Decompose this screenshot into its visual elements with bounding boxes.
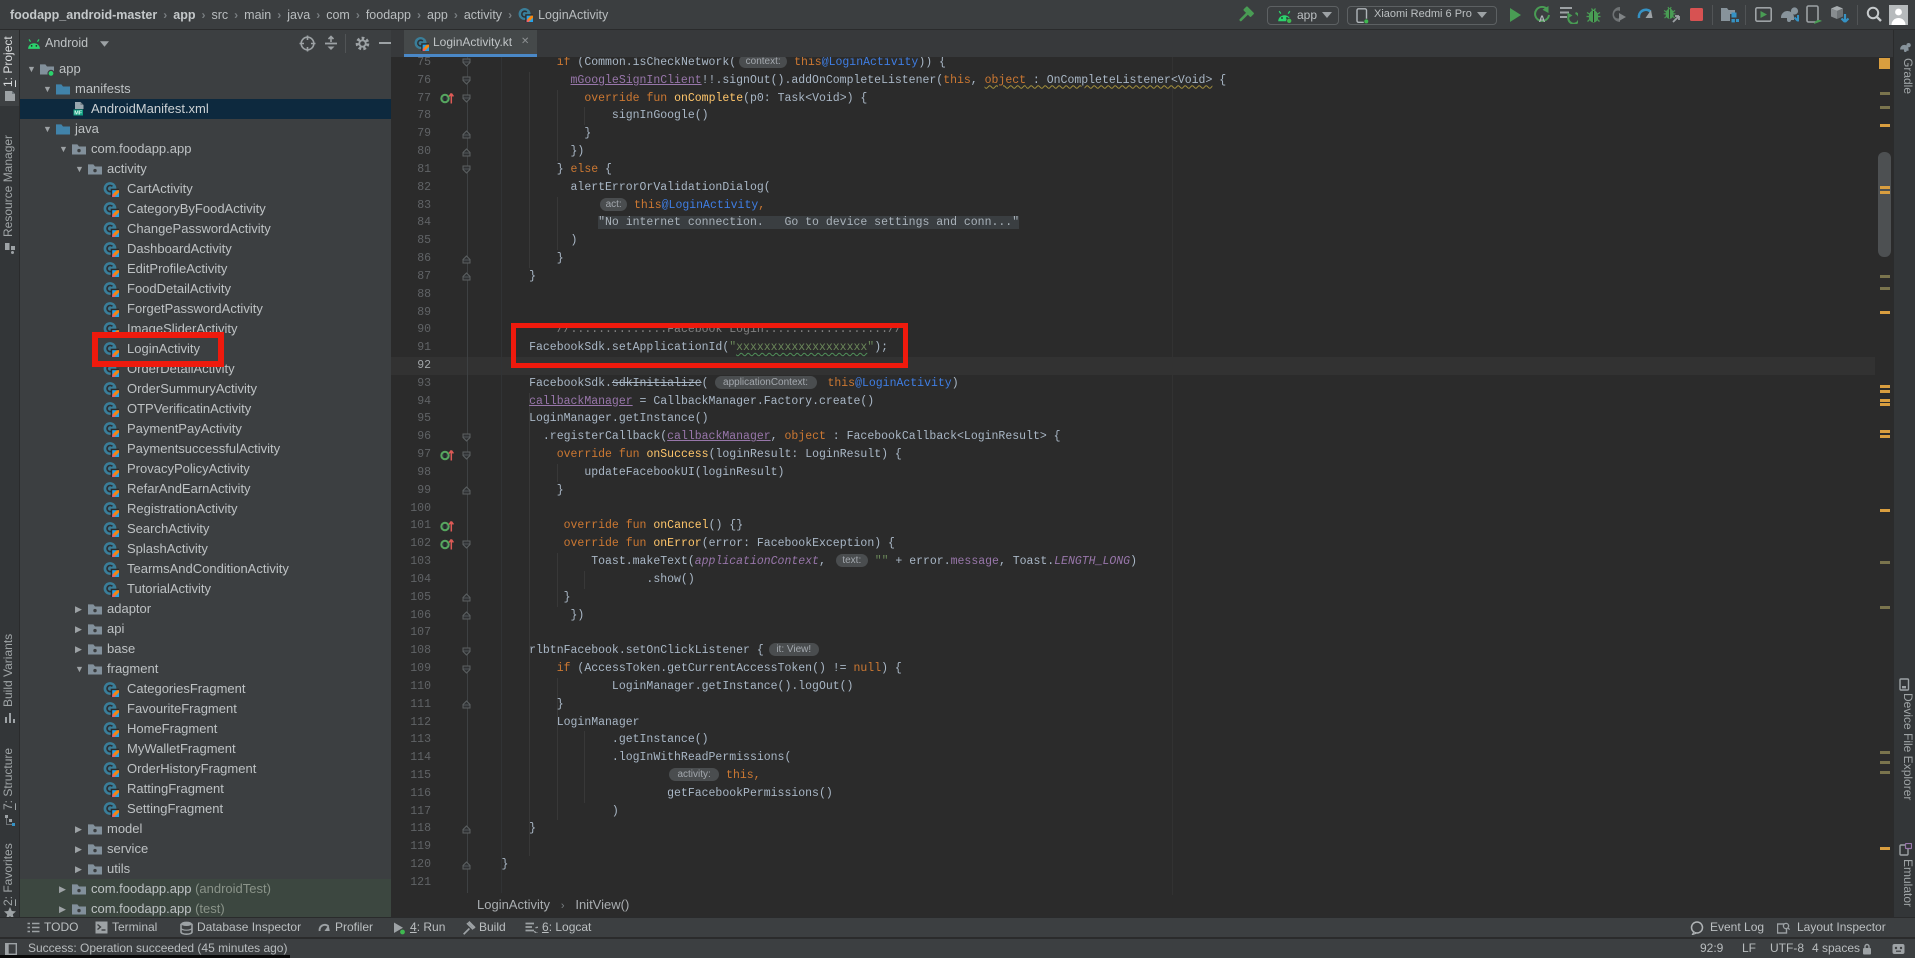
svg-text:A: A [1539,14,1546,24]
